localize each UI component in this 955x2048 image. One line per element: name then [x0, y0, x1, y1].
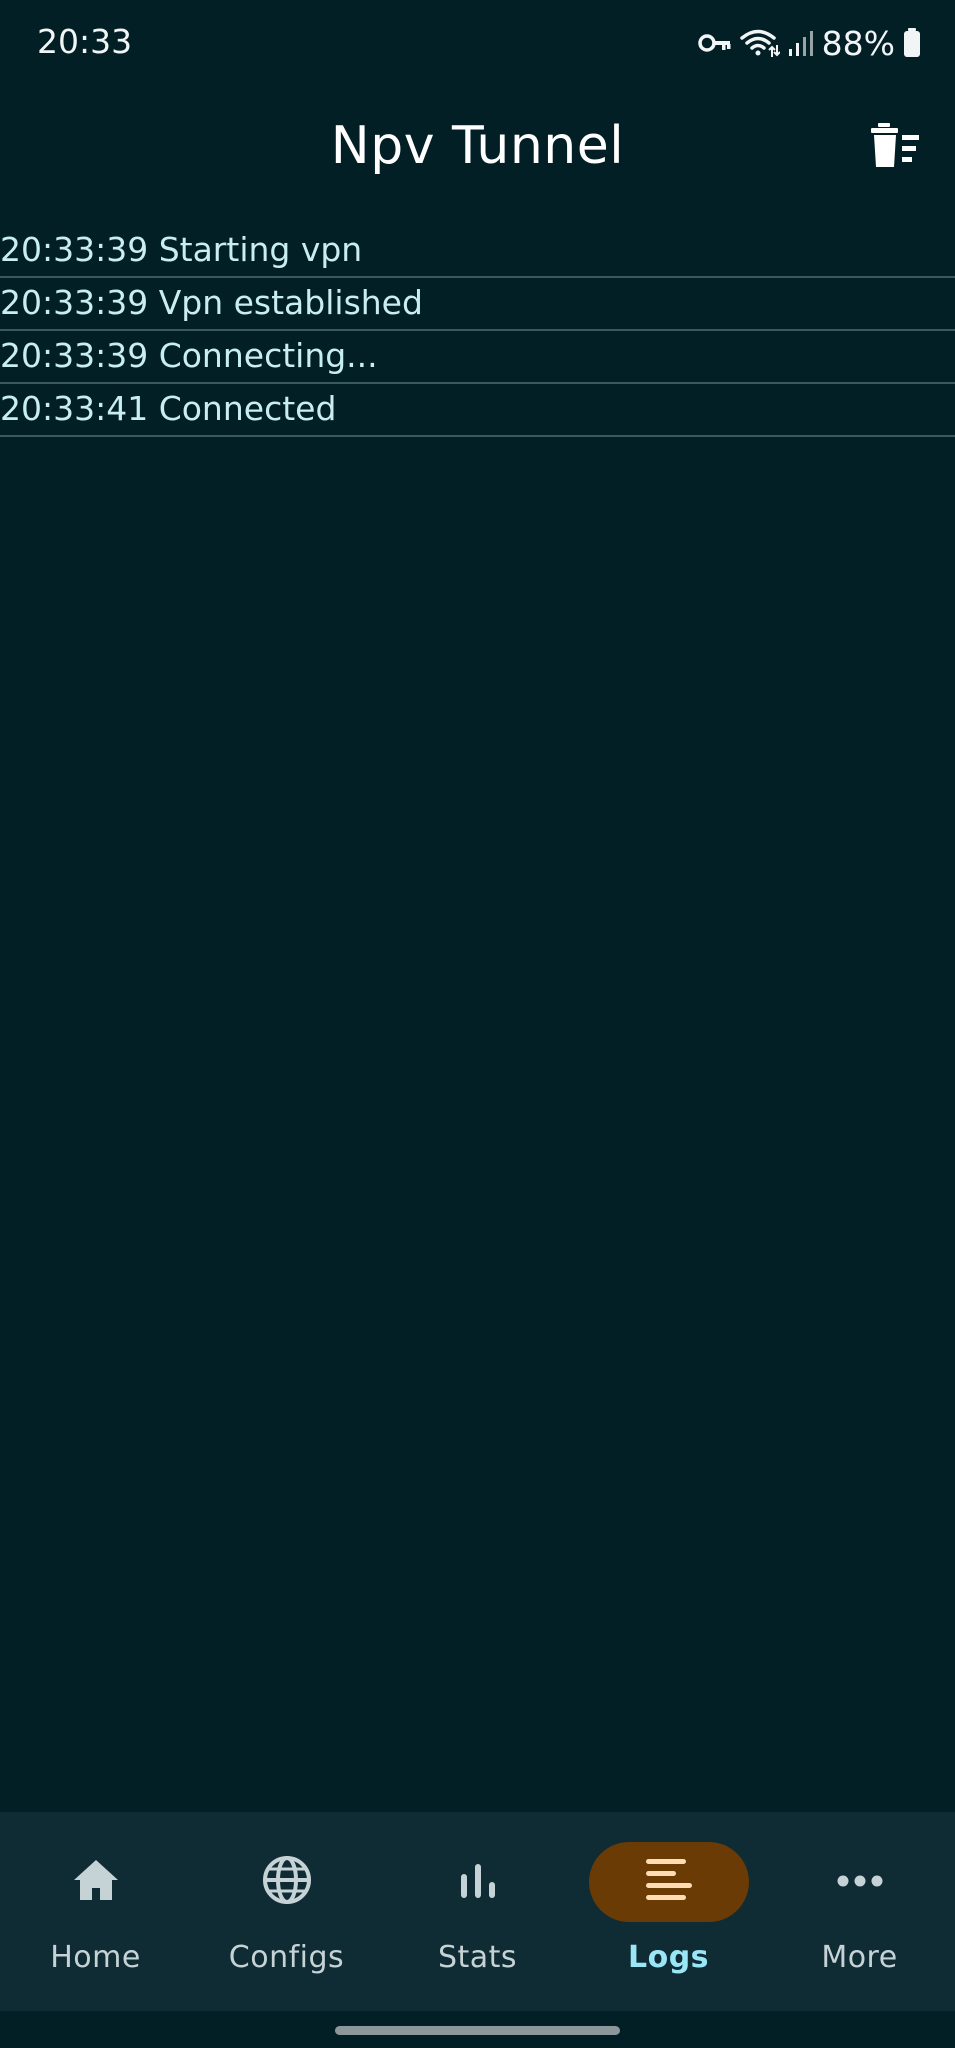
log-entry: 20:33:41 Connected	[0, 384, 955, 437]
home-icon	[72, 1858, 120, 1906]
nav-pill	[16, 1842, 176, 1922]
app-bar: Npv Tunnel	[0, 100, 955, 200]
more-horizontal-icon	[837, 1873, 883, 1892]
list-icon	[644, 1858, 694, 1906]
home-indicator[interactable]	[335, 2026, 620, 2035]
vpn-key-icon	[697, 32, 732, 54]
clear-logs-icon	[869, 123, 921, 173]
nav-pill-active	[588, 1842, 749, 1922]
nav-label-more: More	[821, 1940, 898, 1975]
log-list: 20:33:39 Starting vpn 20:33:39 Vpn estab…	[0, 225, 955, 437]
status-time: 20:33	[37, 22, 133, 61]
clear-logs-button[interactable]	[865, 118, 925, 178]
page-title: Npv Tunnel	[330, 116, 625, 176]
bar-chart-icon	[458, 1860, 498, 1904]
nav-pill	[207, 1842, 367, 1922]
bottom-navigation: Home Configs Stats Logs More	[0, 1812, 955, 2011]
nav-item-more[interactable]: More	[764, 1812, 955, 2011]
log-entry: 20:33:39 Vpn established	[0, 278, 955, 331]
nav-pill	[398, 1842, 558, 1922]
nav-item-home[interactable]: Home	[0, 1812, 191, 2011]
signal-icon	[788, 29, 814, 57]
status-icons: 88%	[697, 20, 921, 66]
nav-label-stats: Stats	[437, 1940, 518, 1975]
nav-label-configs: Configs	[228, 1940, 345, 1975]
globe-icon	[262, 1855, 312, 1909]
nav-item-stats[interactable]: Stats	[382, 1812, 573, 2011]
nav-label-logs: Logs	[627, 1940, 710, 1975]
wifi-icon	[739, 27, 780, 59]
battery-icon	[903, 28, 921, 58]
nav-item-logs[interactable]: Logs	[573, 1812, 764, 2011]
status-bar: 20:33 88%	[0, 0, 955, 86]
nav-pill	[780, 1842, 940, 1922]
nav-item-configs[interactable]: Configs	[191, 1812, 382, 2011]
log-entry: 20:33:39 Connecting...	[0, 331, 955, 384]
nav-label-home: Home	[50, 1940, 141, 1975]
battery-percentage: 88%	[821, 23, 895, 63]
log-entry: 20:33:39 Starting vpn	[0, 225, 955, 278]
